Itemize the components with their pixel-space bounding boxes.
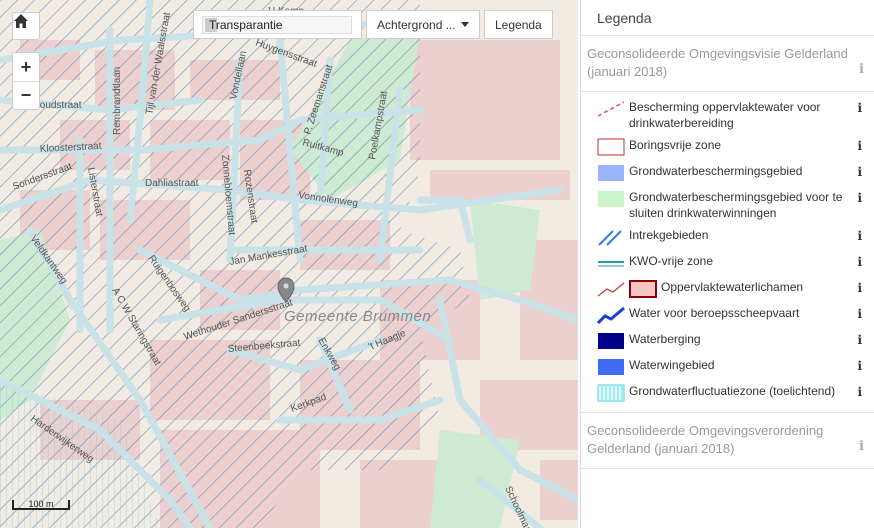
transparency-label: Transparantie: [209, 17, 283, 32]
legend-item-label: Waterwingebied: [629, 358, 715, 372]
legend-item-label: Waterberging: [629, 332, 701, 346]
legend-item-label: Grondwaterbeschermingsgebied voor te slu…: [629, 190, 843, 220]
legend-title: Legenda: [581, 0, 874, 36]
map-toolbar: Transparantie Achtergrond ... Legenda: [193, 10, 553, 39]
teal-lines-icon: [598, 261, 624, 267]
legend-item-label: Boringsvrije zone: [629, 138, 722, 152]
blue-fill-rect-icon: [598, 165, 624, 181]
home-button[interactable]: [12, 12, 40, 40]
legend-item-label: Water voor beroepsscheepvaart: [629, 306, 800, 320]
info-icon[interactable]: i: [857, 138, 862, 154]
info-icon[interactable]: i: [857, 358, 862, 374]
legend-group-title: Geconsolideerde Omgevingsvisie Gelderlan…: [587, 46, 848, 79]
zoom-control: + −: [12, 52, 40, 110]
info-icon[interactable]: i: [857, 306, 862, 322]
map-view[interactable]: H Kemp Rembrandtlaan Huygensstraat Vonde…: [0, 0, 578, 528]
transparency-control: Transparantie: [193, 10, 362, 39]
info-icon[interactable]: i: [857, 280, 862, 296]
scale-bar: 100 m: [12, 496, 70, 512]
background-dropdown-label: Achtergrond ...: [377, 17, 456, 32]
caret-down-icon: [461, 22, 469, 27]
info-icon[interactable]: i: [857, 228, 862, 244]
app-root: H Kemp Rembrandtlaan Huygensstraat Vonde…: [0, 0, 874, 528]
legend-item-label: KWO-vrije zone: [629, 254, 714, 268]
legend-group-title: Geconsolideerde Omgevingsverordening Gel…: [587, 423, 824, 456]
home-icon: [14, 14, 28, 28]
legend-item: Grondwaterfluctuatiezone (toelichtend) i: [581, 380, 874, 406]
info-icon[interactable]: i: [857, 190, 862, 206]
info-icon[interactable]: i: [859, 438, 864, 456]
legend-item: Grondwaterbeschermingsgebied voor te slu…: [581, 186, 874, 224]
legend-item: Waterberging i: [581, 328, 874, 354]
legend-panel: Legenda Geconsolideerde Omgevingsvisie G…: [580, 0, 874, 528]
legend-item: KWO-vrije zone i: [581, 250, 874, 276]
info-icon[interactable]: i: [857, 332, 862, 348]
blue-hatch-icon: [598, 230, 622, 246]
svg-text:Rembrandtlaan: Rembrandtlaan: [112, 67, 123, 135]
green-fill-rect-icon: [598, 191, 624, 207]
cyan-hatch-rect-icon: [597, 384, 625, 402]
legend-item-label: Oppervlaktewaterlichamen: [661, 280, 804, 294]
legend-item: Grondwaterbeschermingsgebied i: [581, 160, 874, 186]
red-line-and-rect-icon: [597, 280, 657, 298]
transparency-slider[interactable]: Transparantie: [202, 15, 352, 34]
royal-blue-rect-icon: [598, 359, 624, 375]
legend-item: Water voor beroepsscheepvaart i: [581, 302, 874, 328]
legend-items: Bescherming oppervlaktewater voor drinkw…: [581, 92, 874, 413]
blue-zigzag-icon: [597, 306, 625, 324]
info-icon[interactable]: i: [857, 100, 862, 116]
legend-item: Intrekgebieden i: [581, 224, 874, 250]
legend-group-omgevingsverordening[interactable]: Geconsolideerde Omgevingsverordening Gel…: [581, 413, 874, 469]
svg-text:Dahliastraat: Dahliastraat: [145, 178, 199, 189]
info-icon[interactable]: i: [857, 254, 862, 270]
info-icon[interactable]: i: [857, 164, 862, 180]
map-canvas[interactable]: H Kemp Rembrandtlaan Huygensstraat Vonde…: [0, 0, 578, 528]
legend-item: Oppervlaktewaterlichamen i: [581, 276, 874, 302]
legend-item-label: Intrekgebieden: [629, 228, 709, 242]
legend-item: Bescherming oppervlaktewater voor drinkw…: [581, 96, 874, 134]
legend-button[interactable]: Legenda: [484, 10, 553, 39]
dashed-red-line-icon: [597, 101, 625, 117]
town-label: Gemeente Brummen: [284, 308, 431, 325]
background-dropdown[interactable]: Achtergrond ...: [366, 10, 480, 39]
legend-item: Boringsvrije zone i: [581, 134, 874, 160]
info-icon[interactable]: i: [859, 61, 864, 79]
legend-item-label: Grondwaterfluctuatiezone (toelichtend): [629, 384, 836, 398]
legend-group-omgevingsvisie[interactable]: Geconsolideerde Omgevingsvisie Gelderlan…: [581, 36, 874, 92]
zoom-in-button[interactable]: +: [13, 53, 39, 81]
navy-fill-rect-icon: [598, 333, 624, 349]
info-icon[interactable]: i: [857, 384, 862, 400]
scale-label: 100 m: [28, 499, 54, 509]
legend-item-label: Grondwaterbeschermingsgebied: [629, 164, 803, 178]
legend-item: Waterwingebied i: [581, 354, 874, 380]
red-outline-rect-icon: [597, 138, 625, 156]
legend-item-label: Bescherming oppervlaktewater voor drinkw…: [629, 100, 821, 130]
zoom-out-button[interactable]: −: [13, 81, 39, 109]
